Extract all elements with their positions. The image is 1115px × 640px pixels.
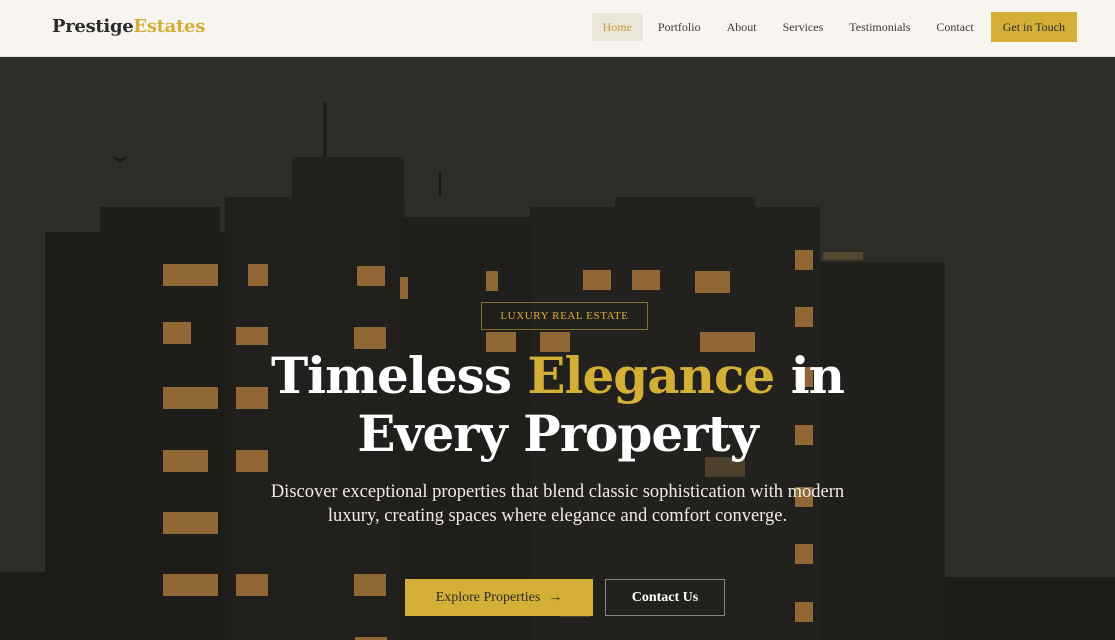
headline-part2: in: [774, 346, 845, 405]
nav-link-testimonials[interactable]: Testimonials: [838, 13, 921, 41]
explore-properties-label: Explore Properties: [435, 589, 541, 605]
hero-headline: Timeless Elegance in Every Property: [0, 347, 1115, 463]
hero-section: LUXURY REAL ESTATE Timeless Elegance in …: [0, 57, 1115, 640]
brand-name-part2: Estates: [133, 16, 206, 37]
hero-badge: LUXURY REAL ESTATE: [481, 302, 648, 330]
nav-link-services[interactable]: Services: [772, 13, 835, 41]
contact-us-button[interactable]: Contact Us: [605, 579, 725, 616]
nav-link-contact[interactable]: Contact: [925, 13, 984, 41]
nav-link-about[interactable]: About: [716, 13, 768, 41]
explore-properties-button[interactable]: Explore Properties →: [405, 579, 593, 616]
get-in-touch-button[interactable]: Get in Touch: [990, 12, 1077, 42]
headline-accent: Elegance: [527, 346, 775, 405]
nav-link-home[interactable]: Home: [591, 13, 643, 41]
nav-link-portfolio[interactable]: Portfolio: [647, 13, 712, 41]
brand-name-part1: Prestige: [52, 16, 134, 37]
arrow-right-icon: →: [548, 589, 563, 605]
top-navbar: PrestigeEstates Home Portfolio About Ser…: [0, 0, 1115, 57]
headline-line2: Every Property: [357, 404, 758, 463]
brand-logo[interactable]: PrestigeEstates: [52, 16, 205, 37]
hero-subtitle: Discover exceptional properties that ble…: [270, 482, 845, 526]
nav-links: Home Portfolio About Services Testimonia…: [588, 12, 1077, 42]
headline-part1: Timeless: [270, 346, 528, 405]
